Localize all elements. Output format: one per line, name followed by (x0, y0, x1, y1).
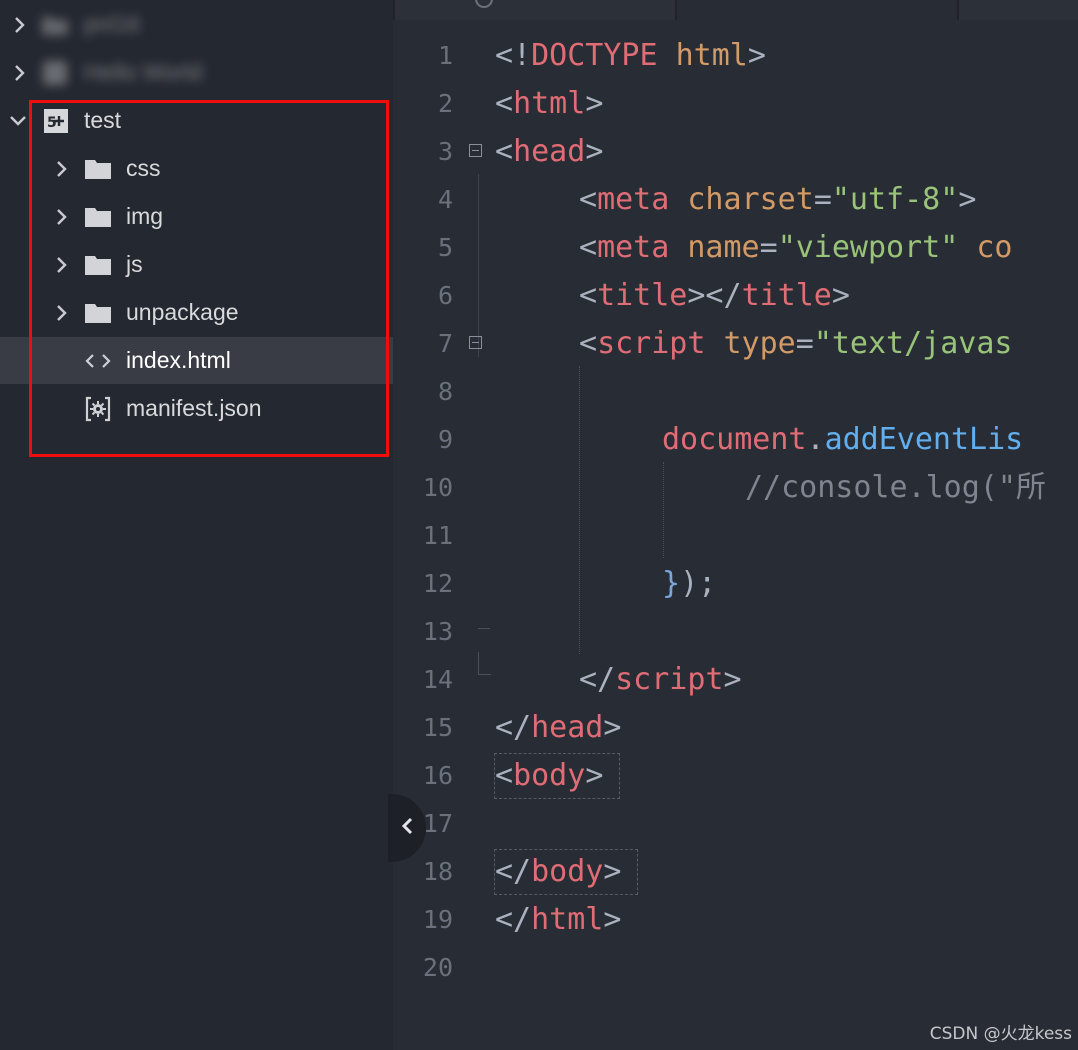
line-number: 20 (422, 953, 453, 982)
code-line-17[interactable]: 17 (393, 800, 1078, 848)
line-number: 2 (437, 89, 453, 118)
code-text: document.addEventLis (662, 422, 1024, 457)
line-number: 7 (437, 329, 453, 358)
code-line-18[interactable]: 18 </body> (393, 848, 1078, 896)
line-number: 15 (422, 713, 453, 742)
tree-item-blurred-2[interactable]: Hello World (0, 49, 393, 96)
line-number: 14 (422, 665, 453, 694)
code-text: <meta name="viewport" co (579, 230, 1013, 265)
code-comment: //console.log("所 (745, 470, 1046, 505)
code-text: </body> (495, 854, 622, 889)
line-number: 11 (422, 521, 453, 550)
line-number: 8 (437, 377, 453, 406)
line-number: 3 (437, 137, 453, 166)
code-text: <title></title> (579, 278, 850, 313)
editor-tab[interactable] (959, 0, 1078, 20)
code-line-10[interactable]: 10 //console.log("所 (393, 464, 1078, 512)
watermark: CSDN @火龙kess (929, 1024, 1072, 1044)
code-line-3[interactable]: 3 <head> (393, 128, 1078, 176)
code-line-9[interactable]: 9 document.addEventLis (393, 416, 1078, 464)
line-number: 9 (437, 425, 453, 454)
code-line-6[interactable]: 6 <title></title> (393, 272, 1078, 320)
editor-tab-active[interactable] (677, 0, 957, 20)
chevron-right-icon[interactable] (8, 13, 32, 37)
code-text: </head> (495, 710, 622, 745)
line-number: 19 (422, 905, 453, 934)
annotation-highlight-box (29, 100, 389, 457)
folder-icon (40, 13, 70, 37)
tab-file-icon (475, 0, 493, 8)
code-line-15[interactable]: 15 </head> (393, 704, 1078, 752)
code-line-4[interactable]: 4 <meta charset="utf-8"> (393, 176, 1078, 224)
code-text: <script type="text/javas (579, 326, 1013, 361)
code-line-8[interactable]: 8 (393, 368, 1078, 416)
code-text: </script> (579, 662, 742, 697)
code-line-1[interactable]: 1 <!DOCTYPE html> (393, 32, 1078, 80)
chevron-down-icon[interactable] (6, 109, 30, 133)
line-number: 6 (437, 281, 453, 310)
code-line-7[interactable]: 7 <script type="text/javas (393, 320, 1078, 368)
code-text: <head> (495, 134, 604, 169)
code-text: <html> (495, 86, 604, 121)
code-line-16[interactable]: 16 <body> (393, 752, 1078, 800)
code-line-2[interactable]: 2 <html> (393, 80, 1078, 128)
line-number: 5 (437, 233, 453, 262)
code-text: <meta charset="utf-8"> (579, 182, 977, 217)
line-number: 13 (422, 617, 453, 646)
editor-tab[interactable] (395, 0, 675, 20)
code-text: </html> (495, 902, 622, 937)
editor-tab-strip (393, 0, 1078, 20)
code-line-14[interactable]: 14 </script> (393, 656, 1078, 704)
code-line-11[interactable]: 11 (393, 512, 1078, 560)
line-number: 10 (422, 473, 453, 502)
tree-item-label: pnl16 (84, 11, 141, 37)
line-number: 12 (422, 569, 453, 598)
fold-toggle-icon[interactable] (469, 144, 482, 157)
code-text: <!DOCTYPE html> (495, 38, 766, 73)
code-line-12[interactable]: 12 }); (393, 560, 1078, 608)
code-line-5[interactable]: 5 <meta name="viewport" co (393, 224, 1078, 272)
project-explorer: pnl16 Hello World 5 test css img js unpa… (0, 0, 393, 1050)
code-line-19[interactable]: 19 </html> (393, 896, 1078, 944)
project-icon (40, 59, 70, 87)
code-line-20[interactable]: 20 (393, 944, 1078, 992)
code-line-13[interactable]: 13 (393, 608, 1078, 656)
chevron-right-icon[interactable] (8, 61, 32, 85)
code-editor[interactable]: 1 <!DOCTYPE html> 2 <html> 3 <head> 4 <m… (393, 20, 1078, 1050)
chevron-left-icon (400, 816, 414, 840)
line-number: 4 (437, 185, 453, 214)
line-number: 1 (437, 41, 453, 70)
code-text: <body> (495, 758, 604, 793)
tree-item-label: Hello World (84, 59, 203, 85)
fold-toggle-icon[interactable] (469, 336, 482, 349)
tree-item-blurred-1[interactable]: pnl16 (0, 1, 393, 48)
code-text: }); (662, 566, 717, 601)
line-number: 16 (422, 761, 453, 790)
